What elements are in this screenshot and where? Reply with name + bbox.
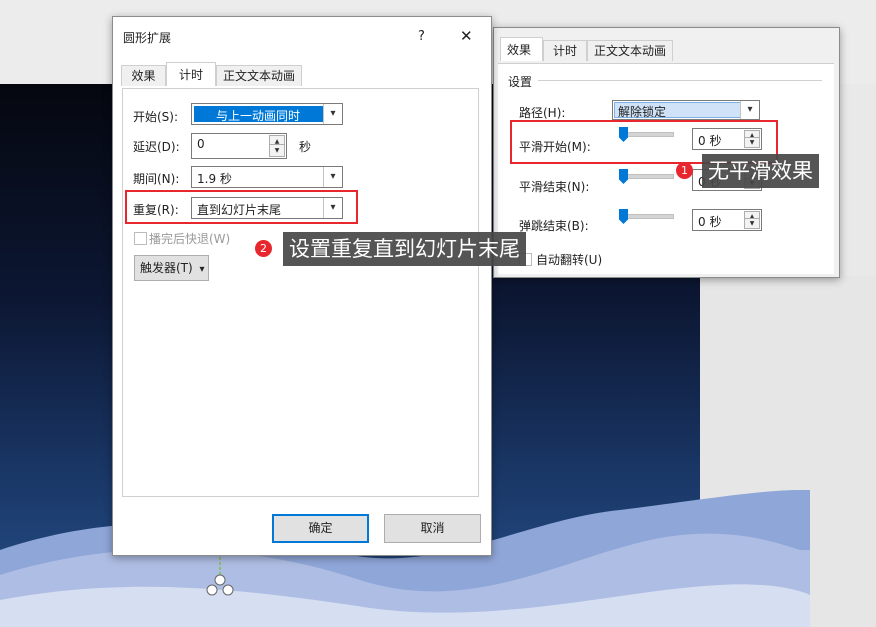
chevron-down-icon: ▾ (323, 167, 342, 187)
effect-tab-timing[interactable]: 计时 (543, 40, 587, 61)
rewind-checkbox[interactable] (134, 232, 147, 245)
delay-spinner[interactable]: 0 ▲ ▼ (191, 133, 287, 159)
settings-group-label: 设置 (508, 75, 533, 89)
help-icon[interactable]: ? (418, 29, 425, 44)
smooth-end-label: 平滑结束(N): (519, 180, 590, 194)
motion-path-handle[interactable] (200, 550, 240, 600)
trigger-label: 触发器(T) (140, 261, 193, 275)
ok-button[interactable]: 确定 (272, 514, 369, 543)
delay-value: 0 (197, 137, 205, 151)
path-value: 解除锁定 (618, 105, 667, 119)
bounce-end-spinner[interactable]: 0 秒 ▲ ▼ (692, 209, 762, 231)
highlight-repeat (125, 190, 358, 224)
path-label: 路径(H): (519, 106, 566, 120)
effect-tab-text-animation[interactable]: 正文文本动画 (587, 40, 673, 61)
tab-text-animation[interactable]: 正文文本动画 (216, 65, 302, 86)
spin-down-icon[interactable]: ▼ (744, 218, 760, 229)
trigger-button[interactable]: 触发器(T) ▾ (134, 255, 209, 281)
cancel-button[interactable]: 取消 (384, 514, 481, 543)
step-badge-2: 2 (255, 240, 272, 257)
delay-unit: 秒 (299, 140, 312, 154)
auto-reverse-label: 自动翻转(U) (536, 253, 603, 267)
duration-label: 期间(N): (133, 172, 180, 186)
bounce-end-slider-track (620, 214, 674, 219)
close-icon[interactable]: ✕ (460, 27, 473, 45)
start-value: 与上一动画同时 (216, 109, 301, 123)
start-label: 开始(S): (133, 110, 179, 124)
step-badge-1: 1 (676, 162, 693, 179)
tab-timing[interactable]: 计时 (166, 62, 216, 86)
dialog-title: 圆形扩展 (123, 31, 172, 45)
chevron-down-icon: ▾ (740, 101, 759, 119)
tab-effect[interactable]: 效果 (121, 65, 166, 86)
chevron-down-icon: ▾ (323, 104, 342, 124)
duration-value: 1.9 秒 (197, 172, 232, 186)
dialog-tab-strip: 效果 计时 正文文本动画 (121, 62, 481, 89)
delay-label: 延迟(D): (133, 140, 180, 154)
chevron-down-icon: ▾ (199, 264, 205, 275)
rewind-label: 播完后快退(W) (149, 232, 231, 246)
bounce-end-value: 0 秒 (698, 215, 722, 229)
effect-tab-strip: 效果 计时 正文文本动画 (500, 37, 830, 64)
callout-set-repeat: 设置重复直到幻灯片末尾 (283, 232, 526, 266)
circle-expand-dialog: 圆形扩展 ? ✕ 效果 计时 正文文本动画 开始(S): 与上一动画同时 ▾ 延… (112, 16, 492, 556)
bounce-end-label: 弹跳结束(B): (519, 219, 589, 233)
effect-tab-effect[interactable]: 效果 (500, 37, 543, 61)
smooth-end-slider-track (620, 174, 674, 179)
start-select[interactable]: 与上一动画同时 ▾ (191, 103, 343, 125)
spin-down-icon[interactable]: ▼ (269, 144, 285, 157)
settings-divider (538, 80, 822, 81)
callout-no-smooth: 无平滑效果 (702, 154, 819, 188)
duration-select[interactable]: 1.9 秒 ▾ (191, 166, 343, 188)
path-select[interactable]: 解除锁定 ▾ (612, 100, 760, 120)
